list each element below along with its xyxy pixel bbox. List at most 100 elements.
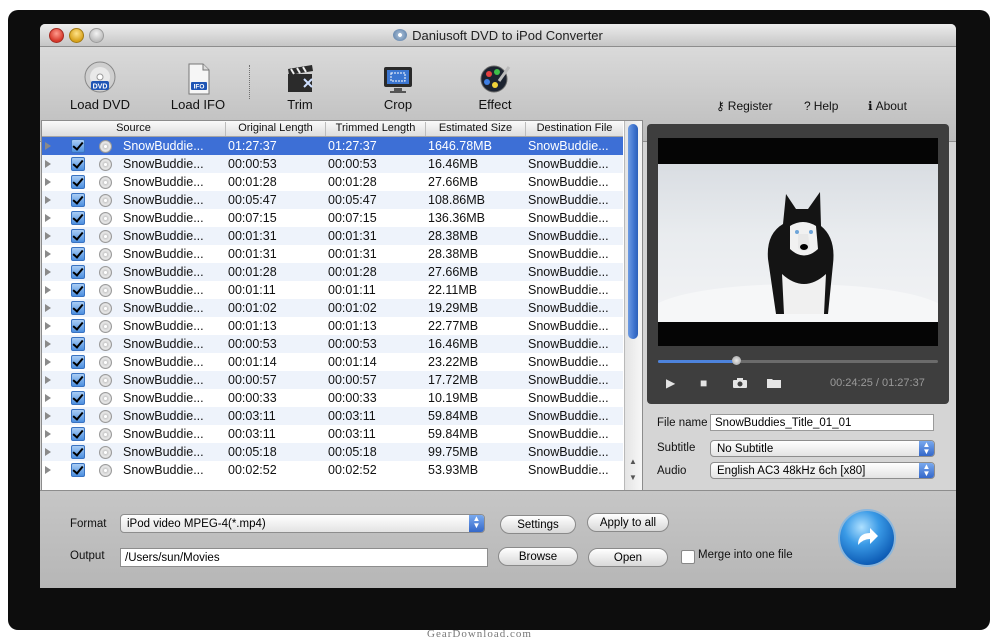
table-row[interactable]: SnowBuddie... 00:01:02 00:01:02 19.29MB Snow…: [42, 299, 623, 317]
disc-icon: [99, 392, 112, 405]
table-row[interactable]: SnowBuddie... 00:05:18 00:05:18 99.75MB Snow…: [42, 443, 623, 461]
row-checkbox[interactable]: [71, 319, 85, 333]
row-checkbox[interactable]: [71, 283, 85, 297]
folder-icon[interactable]: [767, 377, 781, 388]
estimated-size-cell: 99.75MB: [428, 445, 479, 459]
row-checkbox[interactable]: [71, 355, 85, 369]
register-link[interactable]: ⚷ Register: [716, 99, 772, 113]
expand-triangle-icon[interactable]: [45, 214, 51, 222]
expand-triangle-icon[interactable]: [45, 466, 51, 474]
output-path-field[interactable]: /Users/sun/Movies: [120, 548, 488, 567]
merge-checkbox[interactable]: [681, 550, 695, 564]
row-checkbox[interactable]: [71, 265, 85, 279]
expand-triangle-icon[interactable]: [45, 322, 51, 330]
table-row[interactable]: SnowBuddie... 00:00:33 00:00:33 10.19MB Snow…: [42, 389, 623, 407]
table-row[interactable]: SnowBuddie... 00:03:11 00:03:11 59.84MB Snow…: [42, 425, 623, 443]
play-icon[interactable]: ▶: [666, 376, 675, 390]
col-estimated-size[interactable]: Estimated Size: [426, 122, 526, 136]
table-row[interactable]: SnowBuddie... 00:00:53 00:00:53 16.46MB Snow…: [42, 335, 623, 353]
seek-bar[interactable]: [658, 356, 938, 365]
table-row[interactable]: SnowBuddie... 00:01:31 00:01:31 28.38MB Snow…: [42, 245, 623, 263]
help-link[interactable]: ? Help: [804, 99, 838, 113]
col-source[interactable]: Source: [42, 122, 226, 136]
trim-button[interactable]: Trim: [260, 61, 340, 112]
open-button[interactable]: Open: [588, 548, 668, 567]
expand-triangle-icon[interactable]: [45, 412, 51, 420]
snapshot-camera-icon[interactable]: [733, 377, 747, 388]
row-checkbox[interactable]: [71, 391, 85, 405]
row-checkbox[interactable]: [71, 175, 85, 189]
table-row[interactable]: SnowBuddie... 00:05:47 00:05:47 108.86MB Sno…: [42, 191, 623, 209]
row-checkbox[interactable]: [71, 229, 85, 243]
table-row[interactable]: SnowBuddie... 00:02:52 00:02:52 53.93MB Snow…: [42, 461, 623, 479]
row-checkbox[interactable]: [71, 247, 85, 261]
row-checkbox[interactable]: [71, 463, 85, 477]
apply-to-all-button[interactable]: Apply to all: [587, 513, 669, 532]
title-list[interactable]: Source Original Length Trimmed Length Es…: [41, 120, 643, 492]
expand-triangle-icon[interactable]: [45, 160, 51, 168]
expand-triangle-icon[interactable]: [45, 340, 51, 348]
table-row[interactable]: SnowBuddie... 00:01:13 00:01:13 22.77MB Snow…: [42, 317, 623, 335]
video-area: [658, 138, 938, 346]
table-row[interactable]: SnowBuddie... 00:00:57 00:00:57 17.72MB Snow…: [42, 371, 623, 389]
table-row[interactable]: SnowBuddie... 00:01:28 00:01:28 27.66MB Snow…: [42, 173, 623, 191]
expand-triangle-icon[interactable]: [45, 304, 51, 312]
col-original-length[interactable]: Original Length: [226, 122, 326, 136]
row-checkbox[interactable]: [71, 373, 85, 387]
trimmed-length-cell: 00:05:47: [328, 193, 377, 207]
expand-triangle-icon[interactable]: [45, 286, 51, 294]
format-select[interactable]: iPod video MPEG-4(*.mp4) ▲ ▼: [120, 514, 485, 533]
seek-knob[interactable]: [732, 356, 742, 365]
col-destination-file[interactable]: Destination File: [526, 122, 623, 136]
expand-triangle-icon[interactable]: [45, 196, 51, 204]
list-scrollbar[interactable]: ▲ ▼: [624, 121, 642, 491]
browse-button[interactable]: Browse: [498, 547, 578, 566]
expand-triangle-icon[interactable]: [45, 448, 51, 456]
subtitle-label: Subtitle: [657, 442, 696, 454]
load-ifo-button[interactable]: IFO Load IFO: [158, 61, 238, 112]
subtitle-select[interactable]: No Subtitle ▲ ▼: [710, 440, 935, 457]
table-row[interactable]: SnowBuddie... 00:03:11 00:03:11 59.84MB Snow…: [42, 407, 623, 425]
table-row[interactable]: SnowBuddie... 00:00:53 00:00:53 16.46MB Snow…: [42, 155, 623, 173]
expand-triangle-icon[interactable]: [45, 268, 51, 276]
scroll-up-arrow[interactable]: ▲: [629, 457, 637, 466]
convert-button[interactable]: [840, 511, 894, 565]
table-row[interactable]: SnowBuddie... 00:07:15 00:07:15 136.36MB Sno…: [42, 209, 623, 227]
expand-triangle-icon[interactable]: [45, 142, 51, 150]
expand-triangle-icon[interactable]: [45, 358, 51, 366]
row-checkbox[interactable]: [71, 157, 85, 171]
row-checkbox[interactable]: [71, 211, 85, 225]
row-checkbox[interactable]: [71, 193, 85, 207]
expand-triangle-icon[interactable]: [45, 178, 51, 186]
row-checkbox[interactable]: [71, 427, 85, 441]
row-checkbox[interactable]: [71, 301, 85, 315]
effect-button[interactable]: Effect: [455, 61, 535, 112]
expand-triangle-icon[interactable]: [45, 376, 51, 384]
row-checkbox[interactable]: [71, 445, 85, 459]
table-row[interactable]: SnowBuddie... 00:01:11 00:01:11 22.11MB Snow…: [42, 281, 623, 299]
table-row[interactable]: SnowBuddie... 00:01:31 00:01:31 28.38MB Snow…: [42, 227, 623, 245]
expand-triangle-icon[interactable]: [45, 430, 51, 438]
load-dvd-button[interactable]: DVD Load DVD: [60, 61, 140, 112]
scroll-down-arrow[interactable]: ▼: [629, 473, 637, 482]
expand-triangle-icon[interactable]: [45, 394, 51, 402]
trimmed-length-cell: 00:00:33: [328, 391, 377, 405]
scrollbar-thumb[interactable]: [628, 124, 638, 339]
table-row[interactable]: SnowBuddie... 01:27:37 01:27:37 1646.78MB Sn…: [42, 137, 623, 155]
about-link[interactable]: ℹ About: [868, 99, 907, 113]
expand-triangle-icon[interactable]: [45, 232, 51, 240]
stop-icon[interactable]: ■: [700, 376, 707, 390]
table-row[interactable]: SnowBuddie... 00:01:28 00:01:28 27.66MB Snow…: [42, 263, 623, 281]
table-row[interactable]: SnowBuddie... 00:01:14 00:01:14 23.22MB Snow…: [42, 353, 623, 371]
row-checkbox[interactable]: [71, 337, 85, 351]
file-name-field[interactable]: SnowBuddies_Title_01_01: [710, 414, 934, 431]
row-checkbox[interactable]: [71, 139, 85, 153]
crop-button[interactable]: Crop: [358, 61, 438, 112]
original-length-cell: 00:05:18: [228, 445, 277, 459]
expand-triangle-icon[interactable]: [45, 250, 51, 258]
row-checkbox[interactable]: [71, 409, 85, 423]
audio-select[interactable]: English AC3 48kHz 6ch [x80] ▲ ▼: [710, 462, 935, 479]
col-trimmed-length[interactable]: Trimmed Length: [326, 122, 426, 136]
settings-button[interactable]: Settings: [500, 515, 576, 534]
original-length-cell: 00:01:28: [228, 175, 277, 189]
